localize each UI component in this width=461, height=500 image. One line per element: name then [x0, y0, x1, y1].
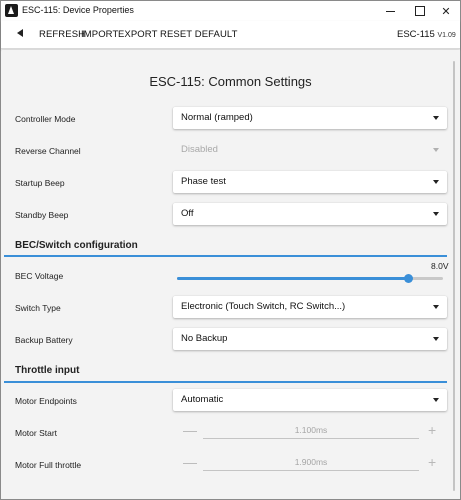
controller-mode-select[interactable]: Normal (ramped) [173, 107, 447, 129]
caret-down-icon [433, 212, 439, 216]
minus-icon[interactable]: — [183, 422, 197, 438]
standby-beep-label: Standby Beep [15, 210, 69, 220]
caret-down-icon [433, 337, 439, 341]
firmware-version: V1.09 [437, 32, 456, 39]
caret-down-icon [433, 398, 439, 402]
standby-beep-select[interactable]: Off [173, 203, 447, 225]
slider-fill [177, 277, 409, 280]
startup-beep-select[interactable]: Phase test [173, 171, 447, 193]
standby-beep-value: Off [181, 208, 194, 219]
minimize-icon[interactable] [375, 1, 405, 21]
app-logo-icon [5, 4, 18, 17]
controller-mode-label: Controller Mode [15, 114, 76, 124]
scrollbar-track[interactable] [450, 50, 460, 499]
throttle-section-title: Throttle input [15, 365, 80, 376]
title-bar: ESC-115: Device Properties [1, 1, 460, 21]
backup-battery-value: No Backup [181, 333, 228, 344]
plus-icon[interactable]: + [428, 422, 436, 438]
device-label: ESC-115 V1.09 [397, 29, 456, 40]
bec-voltage-slider[interactable] [177, 274, 443, 283]
window-title: ESC-115: Device Properties [22, 5, 134, 15]
refresh-button[interactable]: REFRESH [39, 29, 85, 40]
export-button[interactable]: EXPORT [118, 29, 158, 40]
motor-endpoints-label: Motor Endpoints [15, 396, 77, 406]
reset-default-button[interactable]: RESET DEFAULT [160, 29, 238, 40]
controller-mode-value: Normal (ramped) [181, 112, 253, 123]
device-properties-window: ESC-115: Device Properties REFRESH IMPOR… [0, 0, 461, 500]
caret-down-icon [433, 305, 439, 309]
backup-battery-select[interactable]: No Backup [173, 328, 447, 350]
bec-voltage-label: BEC Voltage [15, 271, 64, 281]
scrollbar-thumb[interactable] [453, 61, 455, 491]
section-divider [4, 381, 447, 383]
reverse-channel-label: Reverse Channel [15, 146, 81, 156]
backup-battery-label: Backup Battery [15, 335, 73, 345]
caret-down-icon [433, 148, 439, 152]
motor-full-throttle-field[interactable]: 1.900ms [203, 457, 419, 471]
switch-type-label: Switch Type [15, 303, 61, 313]
back-arrow-icon[interactable] [17, 29, 23, 37]
import-button[interactable]: IMPORT [81, 29, 118, 40]
close-icon[interactable] [431, 1, 461, 21]
toolbar: REFRESH IMPORT EXPORT RESET DEFAULT ESC-… [1, 21, 460, 49]
motor-endpoints-value: Automatic [181, 394, 224, 405]
startup-beep-value: Phase test [181, 176, 226, 187]
switch-type-value: Electronic (Touch Switch, RC Switch...) [181, 301, 346, 312]
switch-type-select[interactable]: Electronic (Touch Switch, RC Switch...) [173, 296, 447, 318]
motor-endpoints-select[interactable]: Automatic [173, 389, 447, 411]
motor-start-label: Motor Start [15, 428, 58, 438]
motor-start-field[interactable]: 1.100ms [203, 425, 419, 439]
minus-icon[interactable]: — [183, 454, 197, 470]
bec-voltage-value: 8.0V [431, 261, 449, 271]
device-name: ESC-115 [397, 29, 435, 40]
bec-section-title: BEC/Switch configuration [15, 240, 138, 251]
plus-icon[interactable]: + [428, 454, 436, 470]
reverse-channel-value: Disabled [181, 144, 218, 155]
page-title: ESC-115: Common Settings [149, 74, 312, 89]
motor-full-throttle-label: Motor Full throttle [15, 460, 82, 470]
section-divider [4, 255, 447, 257]
caret-down-icon [433, 180, 439, 184]
caret-down-icon [433, 116, 439, 120]
startup-beep-label: Startup Beep [15, 178, 65, 188]
reverse-channel-select: Disabled [173, 139, 447, 161]
